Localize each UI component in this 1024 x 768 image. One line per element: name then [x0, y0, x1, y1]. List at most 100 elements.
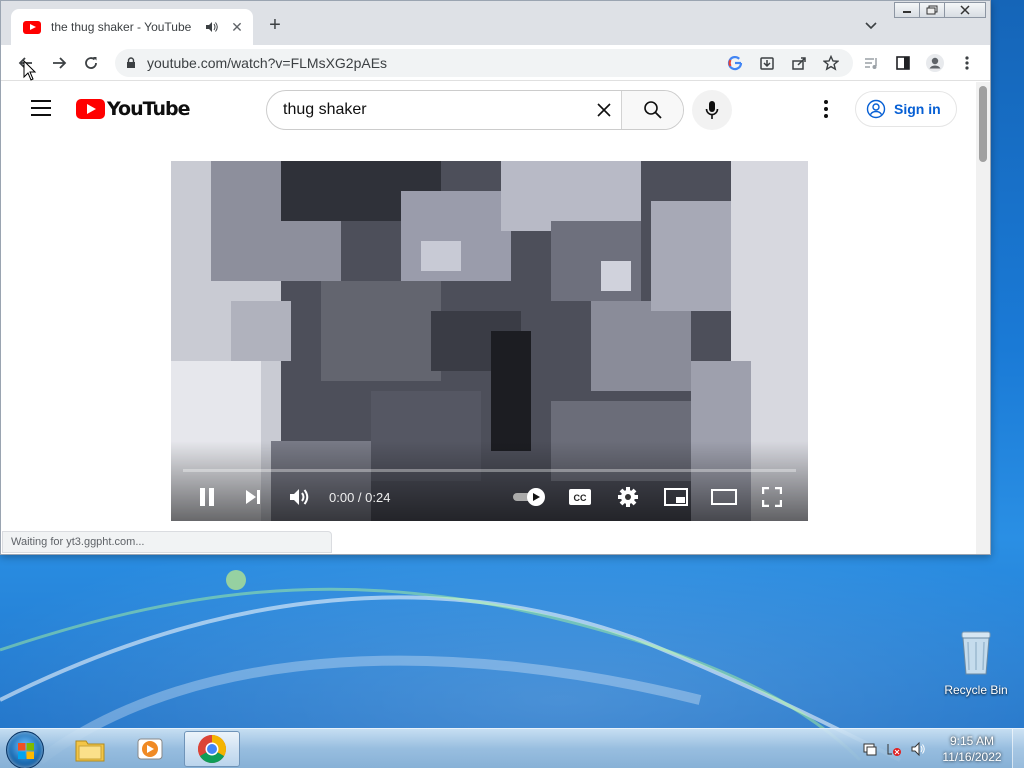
skip-next-icon [246, 490, 260, 504]
volume-icon[interactable] [910, 741, 926, 757]
star-icon [823, 55, 839, 71]
new-tab-button[interactable]: + [265, 15, 285, 35]
taskbar-explorer[interactable] [62, 731, 118, 767]
close-icon [960, 5, 970, 15]
sign-in-button[interactable]: Sign in [855, 91, 957, 127]
side-panel-button[interactable] [893, 53, 913, 73]
miniplayer-icon [664, 488, 688, 506]
hamburger-icon [31, 100, 51, 102]
side-panel-icon [896, 56, 910, 70]
action-center-icon[interactable] [862, 741, 878, 757]
minimize-icon [903, 11, 911, 13]
taskbar-chrome[interactable] [184, 731, 240, 767]
settings-button[interactable] [615, 484, 641, 510]
fullscreen-button[interactable] [759, 484, 785, 510]
avatar-icon [926, 54, 944, 72]
install-icon [760, 57, 774, 70]
theater-mode-button[interactable] [711, 484, 737, 510]
captions-icon: CC [569, 489, 591, 505]
start-button[interactable] [6, 731, 44, 768]
volume-icon [290, 489, 309, 505]
forward-arrow-icon [53, 57, 67, 69]
recycle-bin-label: Recycle Bin [944, 683, 1008, 697]
taskbar-clock[interactable]: 9:15 AM 11/16/2022 [940, 733, 1004, 765]
explorer-icon [75, 740, 105, 762]
search-box: thug shaker [266, 90, 684, 130]
close-window-button[interactable] [944, 2, 986, 18]
youtube-favicon-icon [23, 20, 41, 34]
clock-time: 9:15 AM [949, 734, 995, 748]
svg-text:CC: CC [574, 493, 587, 503]
url-text: youtube.com/watch?v=FLMsXG2pAEs [147, 55, 388, 71]
profile-button[interactable] [925, 53, 945, 73]
time-display: 0:00 / 0:24 [329, 490, 391, 505]
kebab-menu-icon [824, 100, 828, 104]
pause-icon [200, 488, 214, 506]
search-input[interactable]: thug shaker [267, 91, 587, 129]
bookmark-button[interactable] [821, 53, 841, 73]
youtube-logo-text: YouTube [107, 98, 190, 120]
guide-menu-button[interactable] [31, 100, 51, 116]
youtube-logo[interactable]: YouTube [76, 98, 190, 120]
restore-icon [926, 5, 938, 15]
voice-search-button[interactable] [692, 90, 732, 130]
taskbar: 9:15 AM 11/16/2022 [0, 728, 1024, 768]
clock-date: 11/16/2022 [942, 750, 1002, 764]
tab-close-button[interactable]: ✕ [229, 19, 245, 35]
network-error-icon[interactable] [886, 741, 902, 757]
share-icon [792, 57, 806, 70]
autoplay-toggle[interactable] [511, 484, 547, 510]
forward-button[interactable] [47, 51, 71, 75]
mouse-cursor-icon [23, 60, 37, 81]
google-g-icon [727, 56, 743, 71]
page-scrollbar[interactable] [976, 82, 990, 554]
recycle-bin-icon [961, 631, 991, 675]
recycle-bin[interactable]: Recycle Bin [940, 628, 1012, 697]
settings-menu-button[interactable] [816, 98, 836, 120]
media-player-icon [137, 738, 163, 760]
clear-search-button[interactable] [587, 91, 621, 129]
gear-icon [618, 487, 638, 507]
fullscreen-icon [762, 487, 782, 507]
status-bubble: Waiting for yt3.ggpht.com... [2, 531, 332, 553]
browser-toolbar: youtube.com/watch?v=FLMsXG2pAEs [1, 45, 990, 81]
scrollbar-thumb[interactable] [979, 86, 987, 162]
system-tray: 9:15 AM 11/16/2022 [862, 729, 1024, 768]
restore-button[interactable] [919, 2, 945, 18]
window-controls [894, 2, 986, 18]
chrome-menu-button[interactable] [957, 53, 977, 73]
search-button[interactable] [621, 91, 683, 129]
reload-button[interactable] [79, 51, 103, 75]
show-desktop-button[interactable] [1012, 729, 1024, 768]
mute-button[interactable] [287, 484, 313, 510]
miniplayer-button[interactable] [663, 484, 689, 510]
autoplay-icon [513, 488, 545, 506]
theater-icon [711, 489, 737, 505]
pause-button[interactable] [195, 484, 219, 510]
search-icon [643, 101, 662, 119]
share-button[interactable] [789, 53, 809, 73]
windows-flag-icon [18, 743, 34, 759]
youtube-play-icon [76, 99, 105, 119]
microphone-icon [705, 101, 719, 119]
tab-youtube[interactable]: the thug shaker - YouTube ✕ [11, 9, 253, 45]
account-circle-icon [866, 99, 886, 119]
video-player[interactable]: 0:00 / 0:24 CC [171, 161, 808, 521]
tab-search-chevron-icon[interactable] [863, 17, 879, 33]
progress-bar[interactable] [183, 469, 796, 472]
media-queue-icon [865, 58, 877, 69]
taskbar-media-player[interactable] [122, 731, 178, 767]
next-button[interactable] [241, 484, 265, 510]
reload-icon [85, 57, 97, 69]
tab-title: the thug shaker - YouTube [51, 20, 192, 34]
captions-button[interactable]: CC [567, 484, 593, 510]
minimize-button[interactable] [894, 2, 920, 18]
lock-icon[interactable] [125, 57, 137, 69]
audio-playing-icon[interactable] [205, 20, 219, 34]
media-controls-button[interactable] [861, 53, 881, 73]
chrome-icon [198, 735, 226, 763]
google-lens-button[interactable] [725, 53, 745, 73]
close-icon [597, 103, 611, 117]
kebab-menu-icon [965, 56, 969, 70]
install-app-button[interactable] [757, 53, 777, 73]
